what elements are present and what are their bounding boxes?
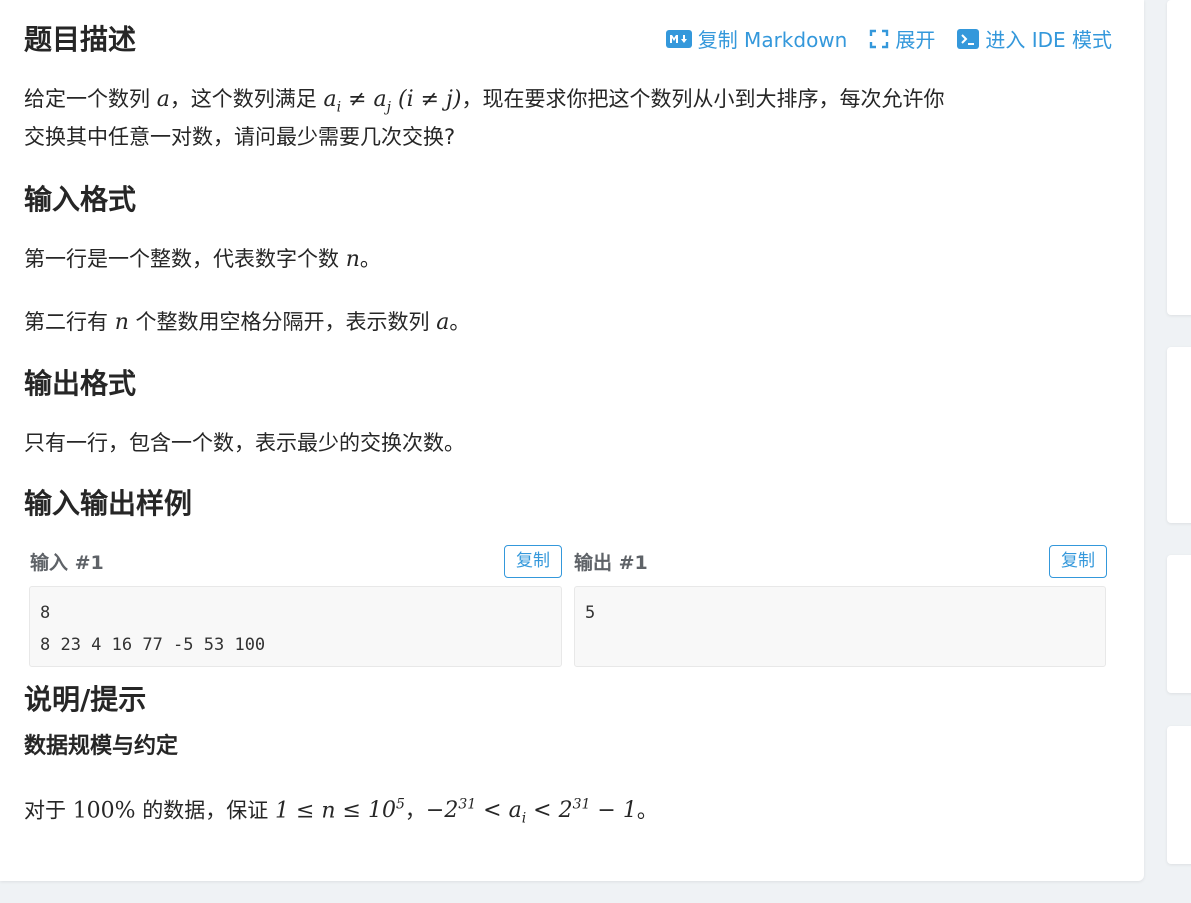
text-span: 第一行是一个整数，代表数字个数 [24,247,346,271]
copy-input-button[interactable]: 复制 [504,545,562,578]
math-condition: ai ≠ aj (i ≠ j) [323,87,462,116]
sidebar-card [1167,555,1191,693]
sidebar-card [1167,347,1191,523]
text-span: 。 [359,247,381,271]
copy-markdown-label: 复制 Markdown [697,28,848,52]
math-a-range: −231 < ai < 231 − 1 [425,797,637,827]
copy-markdown-button[interactable]: 复制 Markdown [665,24,848,53]
text-span: 的数据，保证 [135,798,275,823]
description-line-2: 交换其中任意一对数，请问最少需要几次交换? [24,125,456,149]
output-format-title: 输出格式 [24,367,137,400]
sample-input-box[interactable]: 8 8 23 4 16 77 -5 53 100 [29,586,562,667]
problem-toolbar: 复制 Markdown 展开 进入 IDE 模式 [665,24,1112,53]
math-n: n [114,310,129,335]
problem-card: 题目描述 复制 Markdown 展开 进入 IDE 模式 给定一个数列 a，这… [0,0,1144,881]
sidebar-card [1167,0,1191,315]
sample-output-label: 输出 #1 [574,552,648,574]
text-span: 对于 [24,798,73,823]
ide-mode-label: 进入 IDE 模式 [985,28,1112,52]
input-format-line-2: 第二行有 n 个整数用空格分隔开，表示数列 a。 [24,303,470,342]
sidebar-card [1167,726,1191,864]
text-span: 。 [636,798,658,823]
ide-mode-button[interactable]: 进入 IDE 模式 [957,24,1112,53]
text-span: 个整数用空格分隔开，表示数列 [128,310,437,334]
input-format-title: 输入格式 [24,183,137,216]
copy-output-button[interactable]: 复制 [1049,545,1107,578]
sample-output-box[interactable]: 5 [574,586,1106,667]
math-n: n [345,247,360,272]
math-a: a [156,87,170,112]
text-span: 。 [449,310,471,334]
hint-title: 说明/提示 [24,683,147,716]
text-span: ，现在要求你把这个数列从小到大排序，每次允许你 [461,87,945,111]
expand-button[interactable]: 展开 [869,24,935,53]
samples-title: 输入输出样例 [24,487,193,520]
hint-line: 对于 100% 的数据，保证 1 ≤ n ≤ 105，−231 < ai < 2… [24,786,658,838]
terminal-icon [957,28,980,49]
math-n-range: 1 ≤ n ≤ 105 [274,797,405,824]
text-span: 第二行有 [24,310,115,334]
sample-input-label: 输入 #1 [30,552,104,574]
text-span: ， [404,798,426,823]
markdown-icon [665,29,692,48]
input-format-line-1: 第一行是一个整数，代表数字个数 n。 [24,240,381,279]
expand-label: 展开 [895,28,936,52]
math-a: a [436,310,450,335]
hint-subtitle: 数据规模与约定 [24,734,179,759]
output-format-line-1: 只有一行，包含一个数，表示最少的交换次数。 [24,431,465,455]
expand-icon [869,29,889,49]
text-span: ，这个数列满足 [169,87,324,111]
description-title: 题目描述 [24,23,137,56]
text-span: 给定一个数列 [24,87,157,111]
math-percent: 100% [72,798,136,824]
